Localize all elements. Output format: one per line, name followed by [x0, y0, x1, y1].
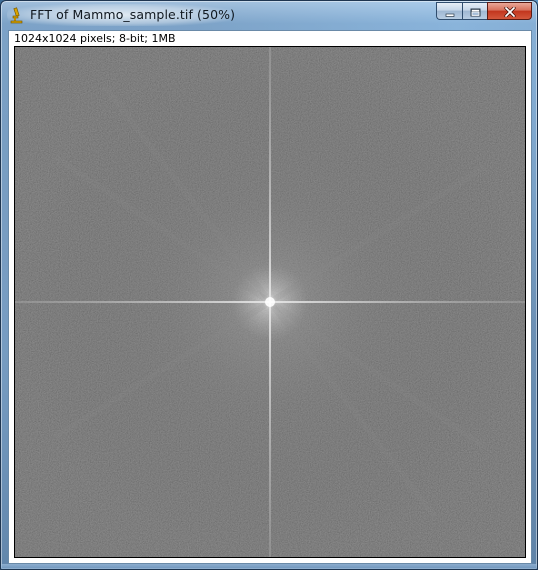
image-info-text: 1024x1024 pixels; 8-bit; 1MB	[14, 32, 176, 45]
caption-buttons	[436, 2, 532, 21]
minimize-icon	[445, 2, 455, 21]
fft-spectrum-graphic	[15, 47, 525, 557]
imagej-microscope-icon[interactable]	[10, 7, 24, 24]
window-bottom-frame	[1, 564, 537, 569]
image-panel: 1024x1024 pixels; 8-bit; 1MB	[8, 30, 532, 564]
window-title: FFT of Mammo_sample.tif (50%)	[30, 7, 236, 22]
image-window: FFT of Mammo_sample.tif (50%) 1024x1024 …	[0, 0, 538, 570]
title-bar[interactable]: FFT of Mammo_sample.tif (50%)	[1, 1, 537, 29]
maximize-button[interactable]	[462, 2, 487, 20]
close-button[interactable]	[487, 2, 532, 20]
close-icon	[503, 2, 516, 21]
fft-image-canvas[interactable]	[14, 46, 526, 558]
maximize-icon	[470, 2, 481, 21]
minimize-button[interactable]	[436, 2, 462, 20]
